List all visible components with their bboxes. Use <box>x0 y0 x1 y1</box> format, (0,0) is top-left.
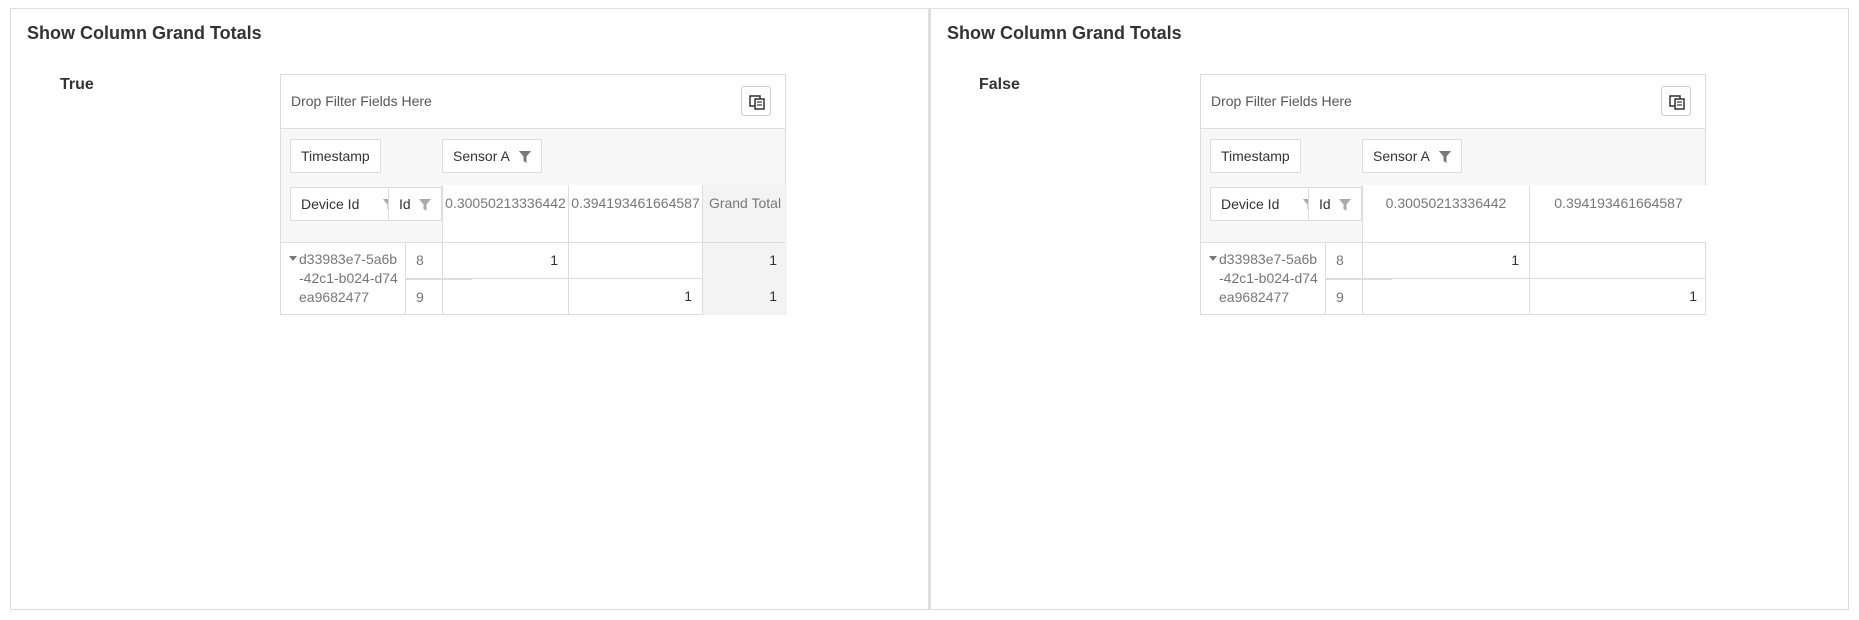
field-chooser-button[interactable] <box>741 86 771 116</box>
field-timestamp[interactable]: Timestamp <box>290 139 381 173</box>
column-header[interactable]: 0.30050213336442 <box>442 185 568 242</box>
column-header[interactable]: 0.394193461664587 <box>568 185 702 242</box>
field-id[interactable]: Id <box>388 187 442 221</box>
data-cell: 1 <box>1362 243 1529 279</box>
filter-drop-area[interactable]: Drop Filter Fields Here <box>281 75 785 129</box>
row-group-header[interactable]: d33983e7-5a6b-42c1-b024-d74ea9682477 <box>281 243 405 315</box>
data-cell <box>568 243 702 279</box>
expand-triangle-icon[interactable] <box>1209 256 1217 261</box>
option-label: False <box>979 76 1020 93</box>
field-label: Device Id <box>1221 196 1280 212</box>
column-header[interactable]: 0.30050213336442 <box>1362 185 1529 242</box>
data-cell <box>1362 279 1529 315</box>
field-label: Timestamp <box>1221 148 1290 164</box>
panel-title: Show Column Grand Totals <box>27 23 262 43</box>
panel-grand-totals-false: Show Column Grand Totals False Drop Filt… <box>929 8 1849 610</box>
pivot-header-area: Timestamp Sensor A Device Id Id 0.300502… <box>281 129 787 242</box>
field-label: Id <box>1319 196 1331 212</box>
field-chooser-icon <box>1669 95 1685 110</box>
data-cell <box>1529 243 1707 279</box>
field-id[interactable]: Id <box>1308 187 1362 221</box>
filter-drop-area[interactable]: Drop Filter Fields Here <box>1201 75 1705 129</box>
pivot-data-area: d33983e7-5a6b-42c1-b024-d74ea9682477 8 9… <box>1201 242 1707 315</box>
data-cell <box>442 279 568 315</box>
field-label: Sensor A <box>453 148 510 164</box>
field-chooser-button[interactable] <box>1661 86 1691 116</box>
funnel-icon[interactable] <box>1438 151 1451 164</box>
funnel-icon[interactable] <box>518 151 531 164</box>
column-header[interactable]: 0.394193461664587 <box>1529 185 1707 242</box>
field-sensor-a[interactable]: Sensor A <box>442 139 542 173</box>
field-label: Device Id <box>301 196 360 212</box>
grand-total-cell: 1 <box>702 243 787 279</box>
field-label: Timestamp <box>301 148 370 164</box>
data-cell: 1 <box>1529 279 1707 315</box>
option-label: True <box>60 76 94 93</box>
pivot-header-area: Timestamp Sensor A Device Id Id 0.300502… <box>1201 129 1707 242</box>
field-label: Sensor A <box>1373 148 1430 164</box>
row-group-header[interactable]: d33983e7-5a6b-42c1-b024-d74ea9682477 <box>1201 243 1325 315</box>
grand-total-cell: 1 <box>702 279 787 315</box>
field-sensor-a[interactable]: Sensor A <box>1362 139 1462 173</box>
field-timestamp[interactable]: Timestamp <box>1210 139 1301 173</box>
pivot-grid: Drop Filter Fields Here Timestamp Sensor… <box>1200 74 1707 315</box>
pivot-grid: Drop Filter Fields Here Timestamp Sensor… <box>280 74 787 315</box>
data-cell: 1 <box>568 279 702 315</box>
pivot-data-area: d33983e7-5a6b-42c1-b024-d74ea9682477 8 9… <box>281 242 787 315</box>
filter-placeholder: Drop Filter Fields Here <box>291 93 432 109</box>
field-chooser-icon <box>749 95 765 110</box>
row-group-label: d33983e7-5a6b-42c1-b024-d74ea9682477 <box>1219 251 1318 305</box>
panel-grand-totals-true: Show Column Grand Totals True Drop Filte… <box>10 8 929 610</box>
field-label: Id <box>399 196 411 212</box>
panel-title: Show Column Grand Totals <box>947 23 1182 43</box>
grand-total-header: Grand Total <box>702 185 787 242</box>
funnel-icon[interactable] <box>1338 199 1351 212</box>
funnel-icon[interactable] <box>418 199 431 212</box>
filter-placeholder: Drop Filter Fields Here <box>1211 93 1352 109</box>
expand-triangle-icon[interactable] <box>289 256 297 261</box>
data-cell: 1 <box>442 243 568 279</box>
row-group-label: d33983e7-5a6b-42c1-b024-d74ea9682477 <box>299 251 398 305</box>
